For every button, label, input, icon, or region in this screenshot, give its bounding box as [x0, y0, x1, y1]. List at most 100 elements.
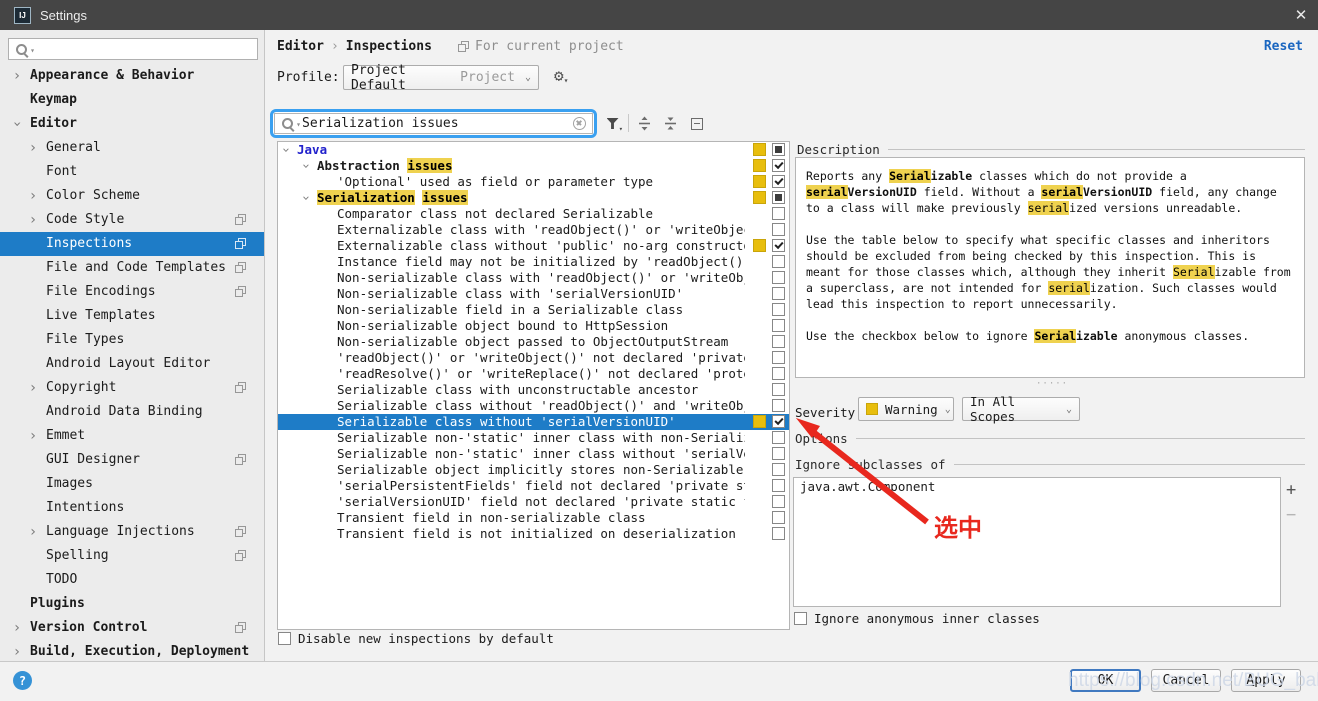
sidebar-item-file-encodings[interactable]: File Encodings [0, 280, 264, 304]
gear-icon[interactable]: ⚙▾ [554, 68, 568, 89]
sidebar-item-android-data-binding[interactable]: Android Data Binding [0, 400, 264, 424]
inspection-row[interactable]: 'readResolve()' or 'writeReplace()' not … [278, 366, 789, 382]
inspection-row[interactable]: Serializable class without 'serialVersio… [278, 414, 789, 430]
breadcrumb-editor[interactable]: Editor [277, 39, 324, 54]
reset-link[interactable]: Reset [1264, 39, 1303, 54]
inspection-search-input[interactable]: ▾ Serialization issues [274, 113, 593, 134]
sidebar-item-images[interactable]: Images [0, 472, 264, 496]
sidebar-item-keymap[interactable]: Keymap [0, 88, 264, 112]
inspection-checkbox[interactable] [772, 271, 785, 284]
ignored-classes-list[interactable]: java.awt.Component [793, 477, 1281, 607]
inspection-row[interactable]: ›Java [278, 142, 789, 158]
close-icon[interactable]: ✕ [1284, 0, 1318, 30]
sidebar-item-emmet[interactable]: ›Emmet [0, 424, 264, 448]
remove-inspection-icon[interactable] [688, 115, 705, 132]
ignore-anonymous-row[interactable]: Ignore anonymous inner classes [794, 611, 1040, 626]
inspection-row[interactable]: Non-serializable class with 'readObject(… [278, 270, 789, 286]
inspection-checkbox[interactable] [772, 175, 785, 188]
sidebar-item-gui-designer[interactable]: GUI Designer [0, 448, 264, 472]
sidebar-item-language-injections[interactable]: ›Language Injections [0, 520, 264, 544]
inspection-row[interactable]: 'serialVersionUID' field not declared 'p… [278, 494, 789, 510]
cancel-button[interactable]: Cancel [1151, 669, 1221, 692]
ok-button[interactable]: OK [1070, 669, 1141, 692]
sidebar-item-color-scheme[interactable]: ›Color Scheme [0, 184, 264, 208]
sidebar-item-file-and-code-templates[interactable]: File and Code Templates [0, 256, 264, 280]
inspection-checkbox[interactable] [772, 399, 785, 412]
inspection-row[interactable]: Non-serializable object passed to Object… [278, 334, 789, 350]
sidebar-item-plugins[interactable]: Plugins [0, 592, 264, 616]
inspection-checkbox[interactable] [772, 207, 785, 220]
sidebar-item-live-templates[interactable]: Live Templates [0, 304, 264, 328]
sidebar-item-appearance-behavior[interactable]: ›Appearance & Behavior [0, 64, 264, 88]
inspection-row[interactable]: Serializable non-'static' inner class wi… [278, 430, 789, 446]
remove-class-button[interactable]: − [1286, 507, 1296, 523]
inspection-row[interactable]: Non-serializable field in a Serializable… [278, 302, 789, 318]
inspection-row[interactable]: ›Serialization issues [278, 190, 789, 206]
inspection-checkbox[interactable] [772, 143, 785, 156]
ignored-class-entry[interactable]: java.awt.Component [794, 478, 1280, 496]
sidebar-item-font[interactable]: Font [0, 160, 264, 184]
inspection-checkbox[interactable] [772, 287, 785, 300]
sidebar-item-general[interactable]: ›General [0, 136, 264, 160]
sidebar-item-copyright[interactable]: ›Copyright [0, 376, 264, 400]
inspection-row[interactable]: Transient field in non-serializable clas… [278, 510, 789, 526]
inspection-checkbox[interactable] [772, 255, 785, 268]
sidebar-item-spelling[interactable]: Spelling [0, 544, 264, 568]
inspection-checkbox[interactable] [772, 479, 785, 492]
inspection-row[interactable]: Transient field is not initialized on de… [278, 526, 789, 542]
inspection-row[interactable]: Externalizable class without 'public' no… [278, 238, 789, 254]
inspection-checkbox[interactable] [772, 415, 785, 428]
sidebar-item-code-style[interactable]: ›Code Style [0, 208, 264, 232]
sidebar-item-todo[interactable]: TODO [0, 568, 264, 592]
inspection-row[interactable]: Serializable class without 'readObject()… [278, 398, 789, 414]
inspection-row[interactable]: 'readObject()' or 'writeObject()' not de… [278, 350, 789, 366]
inspection-checkbox[interactable] [772, 447, 785, 460]
sidebar-item-inspections[interactable]: Inspections [0, 232, 264, 256]
splitter-handle[interactable]: ····· [1036, 379, 1068, 389]
inspection-row[interactable]: Instance field may not be initialized by… [278, 254, 789, 270]
inspection-checkbox[interactable] [772, 367, 785, 380]
inspection-row[interactable]: 'serialPersistentFields' field not decla… [278, 478, 789, 494]
inspection-checkbox[interactable] [772, 319, 785, 332]
help-icon[interactable]: ? [13, 671, 32, 690]
inspection-checkbox[interactable] [772, 527, 785, 540]
collapse-all-icon[interactable] [662, 115, 679, 132]
apply-button[interactable]: Apply [1231, 669, 1301, 692]
disable-new-inspections-row[interactable]: Disable new inspections by default [278, 631, 554, 646]
inspection-row[interactable]: Serializable non-'static' inner class wi… [278, 446, 789, 462]
ignore-anonymous-checkbox[interactable] [794, 612, 807, 625]
inspection-row[interactable]: Non-serializable object bound to HttpSes… [278, 318, 789, 334]
inspection-row[interactable]: Non-serializable class with 'serialVersi… [278, 286, 789, 302]
filter-icon[interactable]: ▾ [604, 115, 621, 132]
inspection-checkbox[interactable] [772, 351, 785, 364]
inspection-checkbox[interactable] [772, 431, 785, 444]
inspection-row[interactable]: ›Abstraction issues [278, 158, 789, 174]
inspection-checkbox[interactable] [772, 159, 785, 172]
sidebar-search-input[interactable]: ▾ [8, 38, 258, 60]
inspection-checkbox[interactable] [772, 303, 785, 316]
inspection-checkbox[interactable] [772, 223, 785, 236]
severity-select[interactable]: Warning ⌄ [858, 397, 954, 421]
inspection-checkbox[interactable] [772, 239, 785, 252]
sidebar-item-intentions[interactable]: Intentions [0, 496, 264, 520]
scope-select[interactable]: In All Scopes ⌄ [962, 397, 1080, 421]
sidebar-item-android-layout-editor[interactable]: Android Layout Editor [0, 352, 264, 376]
inspection-checkbox[interactable] [772, 511, 785, 524]
disable-new-inspections-checkbox[interactable] [278, 632, 291, 645]
sidebar-item-editor[interactable]: ›Editor [0, 112, 264, 136]
inspection-checkbox[interactable] [772, 335, 785, 348]
inspection-checkbox[interactable] [772, 495, 785, 508]
inspection-row[interactable]: Serializable object implicitly stores no… [278, 462, 789, 478]
inspection-checkbox[interactable] [772, 463, 785, 476]
sidebar-item-version-control[interactable]: ›Version Control [0, 616, 264, 640]
inspection-row[interactable]: 'Optional' used as field or parameter ty… [278, 174, 789, 190]
inspection-row[interactable]: Externalizable class with 'readObject()'… [278, 222, 789, 238]
inspection-checkbox[interactable] [772, 383, 785, 396]
inspection-checkbox[interactable] [772, 191, 785, 204]
clear-search-icon[interactable] [573, 117, 586, 130]
inspection-row[interactable]: Comparator class not declared Serializab… [278, 206, 789, 222]
add-class-button[interactable]: + [1286, 482, 1296, 498]
inspection-row[interactable]: Serializable class with unconstructable … [278, 382, 789, 398]
sidebar-item-file-types[interactable]: File Types [0, 328, 264, 352]
profile-select[interactable]: Project Default Project ⌄ [343, 65, 539, 90]
